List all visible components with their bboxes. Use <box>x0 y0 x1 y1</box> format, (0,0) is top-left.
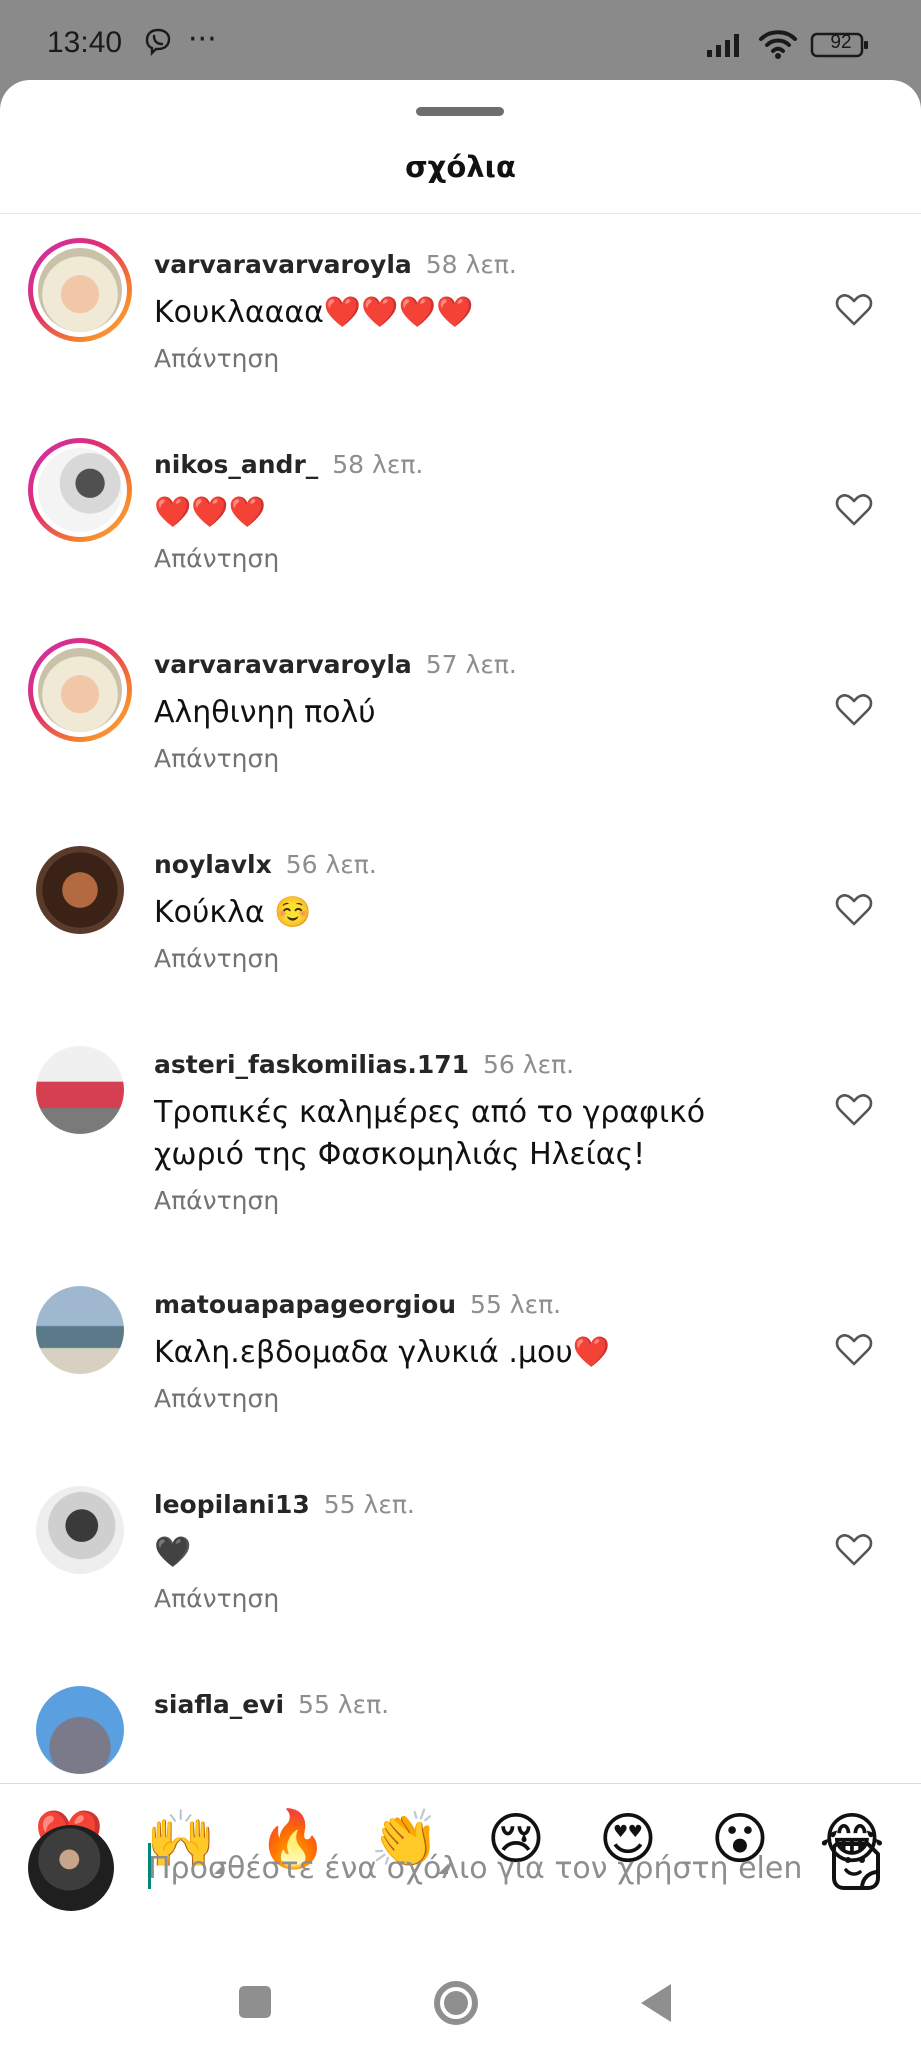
avatar <box>36 1686 124 1774</box>
avatar-story-ring[interactable] <box>28 438 132 542</box>
comment-item: noylavlx 56 λεπ. Κούκλα ☺️ Απάντηση <box>0 830 921 1020</box>
viber-notification-icon <box>145 28 171 56</box>
comments-list[interactable]: varvaravarvaroyla 58 λεπ. Κουκλαααα❤️❤️❤️… <box>0 230 921 1783</box>
text-caret <box>148 1843 151 1889</box>
composer-avatar <box>28 1825 114 1911</box>
comment-username[interactable]: siafla_evi <box>154 1690 284 1719</box>
heart-outline-icon[interactable] <box>834 1330 874 1370</box>
comment-text: 🖤 <box>154 1535 192 1570</box>
wifi-icon <box>759 30 797 59</box>
avatar-wrapper[interactable] <box>28 1478 132 1582</box>
comment-username[interactable]: varvaravarvaroyla <box>154 250 412 279</box>
emoji-bar-divider <box>0 1783 921 1784</box>
reply-button[interactable]: Απάντηση <box>154 744 279 773</box>
comment-timestamp: 57 λεπ. <box>425 650 517 679</box>
comment-timestamp: 55 λεπ. <box>298 1690 390 1719</box>
avatar-wrapper[interactable] <box>28 1038 132 1142</box>
sheet-drag-handle[interactable] <box>416 107 504 116</box>
system-navigation-bar <box>0 1930 921 2048</box>
comment-item: leopilani13 55 λεπ. 🖤 Απάντηση <box>0 1470 921 1660</box>
comment-item: varvaravarvaroyla 58 λεπ. Κουκλαααα❤️❤️❤️… <box>0 230 921 420</box>
comment-item: asteri_faskomilias.171 56 λεπ. Τροπικές κ… <box>0 1030 921 1270</box>
avatar <box>36 1286 124 1374</box>
avatar <box>36 846 124 934</box>
comment-username[interactable]: nikos_andr_ <box>154 450 318 479</box>
title-divider <box>0 213 921 214</box>
comment-text: Κούκλα ☺️ <box>154 895 312 930</box>
avatar-story-ring[interactable] <box>28 638 132 742</box>
comment-item: varvaravarvaroyla 57 λεπ. Αληθινηη πολύ Α… <box>0 630 921 820</box>
comment-item: matouapapageorgiou 55 λεπ. Καλη.εβδομαδα … <box>0 1270 921 1460</box>
reply-button[interactable]: Απάντηση <box>154 1384 279 1413</box>
status-bar: 13:40 ··· 92 <box>0 0 921 80</box>
comment-username[interactable]: matouapapageorgiou <box>154 1290 456 1319</box>
avatar-wrapper[interactable] <box>28 1278 132 1382</box>
avatar <box>38 648 122 732</box>
avatar-wrapper[interactable] <box>28 1678 132 1782</box>
heart-outline-icon[interactable] <box>834 890 874 930</box>
comment-username[interactable]: varvaravarvaroyla <box>154 650 412 679</box>
comment-text: Κουκλαααα❤️❤️❤️❤️ <box>154 295 474 330</box>
home-circle-dot <box>444 1991 468 2015</box>
avatar-story-ring[interactable] <box>28 238 132 342</box>
avatar <box>38 248 122 332</box>
reply-button[interactable]: Απάντηση <box>154 944 279 973</box>
reply-button[interactable]: Απάντηση <box>154 544 279 573</box>
status-time: 13:40 <box>47 26 123 59</box>
comment-timestamp: 56 λεπ. <box>483 1050 575 1079</box>
heart-outline-icon[interactable] <box>834 690 874 730</box>
more-notifications-icon: ··· <box>188 22 217 57</box>
recents-square-icon[interactable] <box>239 1986 271 2018</box>
reply-button[interactable]: Απάντηση <box>154 344 279 373</box>
comment-timestamp: 56 λεπ. <box>285 850 377 879</box>
reply-button[interactable]: Απάντηση <box>154 1584 279 1613</box>
comment-text: Αληθινηη πολύ <box>154 695 376 730</box>
comment-timestamp: 58 λεπ. <box>425 250 517 279</box>
heart-outline-icon[interactable] <box>834 290 874 330</box>
comment-item: siafla_evi 55 λεπ. <box>0 1670 921 1783</box>
heart-outline-icon[interactable] <box>834 1530 874 1570</box>
heart-outline-icon[interactable] <box>834 1090 874 1130</box>
comment-timestamp: 55 λεπ. <box>323 1490 415 1519</box>
comment-username[interactable]: noylavlx <box>154 850 272 879</box>
comment-timestamp: 55 λεπ. <box>470 1290 562 1319</box>
comment-username[interactable]: asteri_faskomilias.171 <box>154 1050 469 1079</box>
comment-text: Τροπικές καλημέρες από το γραφικό χωριό … <box>154 1095 706 1172</box>
avatar <box>38 448 122 532</box>
reply-button[interactable]: Απάντηση <box>154 1186 279 1215</box>
avatar <box>36 1046 124 1134</box>
sheet-title: σχόλια <box>405 150 516 184</box>
avatar <box>36 1486 124 1574</box>
comment-text: ❤️❤️❤️ <box>154 495 267 530</box>
signal-icon <box>707 34 739 57</box>
comment-username[interactable]: leopilani13 <box>154 1490 310 1519</box>
comments-sheet: σχόλια varvaravarvaroyla 58 λεπ. Κουκλααα… <box>0 80 921 2048</box>
comment-timestamp: 58 λεπ. <box>332 450 424 479</box>
comment-text: Καλη.εβδομαδα γλυκιά .μου❤️ <box>154 1335 611 1370</box>
battery-level: 92 <box>830 32 852 53</box>
avatar-wrapper[interactable] <box>28 838 132 942</box>
heart-outline-icon[interactable] <box>834 490 874 530</box>
comment-item: nikos_andr_ 58 λεπ. ❤️❤️❤️ Απάντηση <box>0 430 921 620</box>
back-triangle-icon[interactable] <box>641 1984 671 2022</box>
comment-input[interactable] <box>148 1845 808 1891</box>
sticker-icon[interactable] <box>828 1838 884 1894</box>
